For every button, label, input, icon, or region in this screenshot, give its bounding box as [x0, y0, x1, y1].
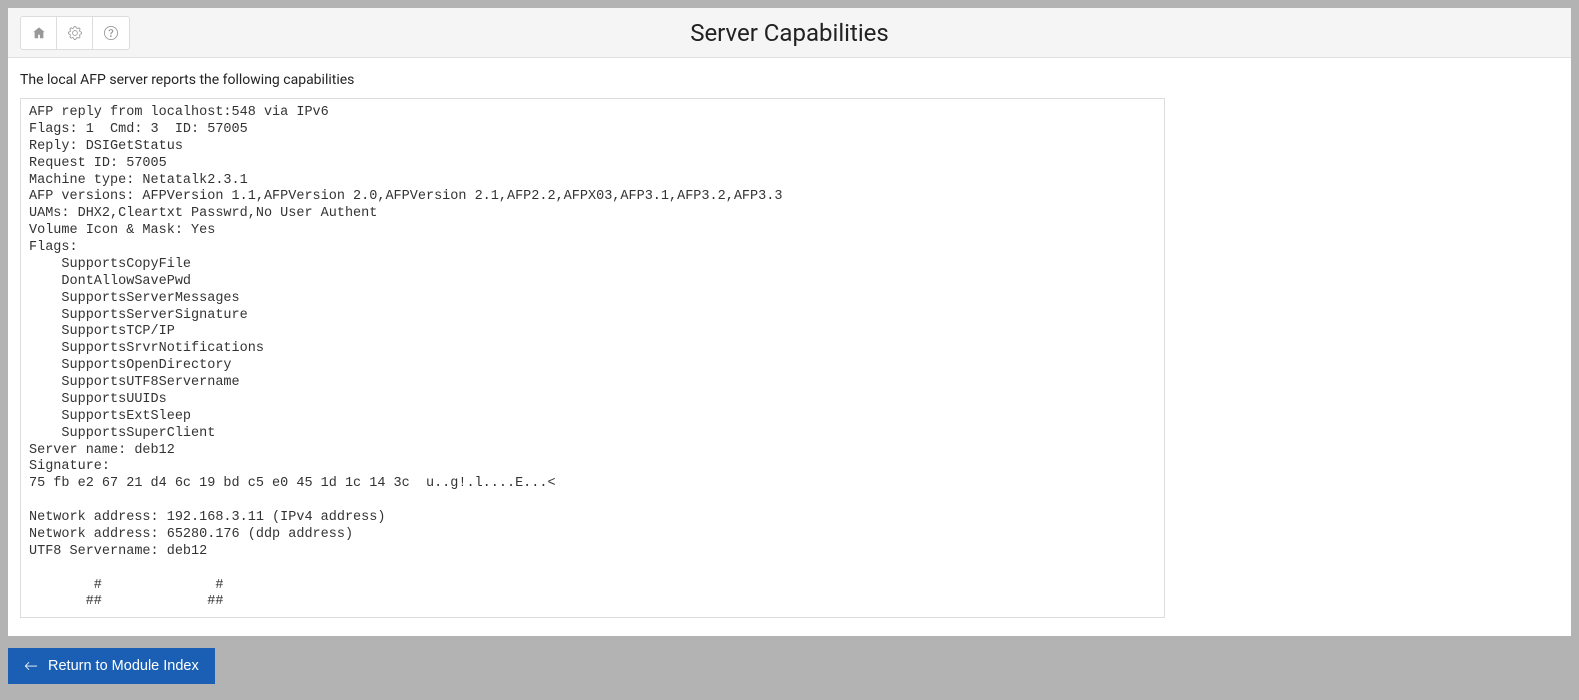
header-bar: Server Capabilities	[8, 8, 1571, 58]
intro-text: The local AFP server reports the followi…	[20, 72, 1559, 88]
return-to-module-index-button[interactable]: Return to Module Index	[8, 648, 215, 684]
page-container: Server Capabilities The local AFP server…	[8, 8, 1571, 636]
home-icon	[32, 26, 46, 40]
capabilities-output: AFP reply from localhost:548 via IPv6 Fl…	[20, 98, 1165, 618]
footer-bar: Return to Module Index	[8, 636, 1571, 692]
help-button[interactable]	[93, 17, 129, 49]
page-title: Server Capabilities	[690, 19, 889, 47]
settings-button[interactable]	[57, 17, 93, 49]
return-button-label: Return to Module Index	[48, 658, 199, 674]
icon-button-group	[20, 16, 130, 50]
help-icon	[104, 26, 118, 40]
home-button[interactable]	[21, 17, 57, 49]
content-area: The local AFP server reports the followi…	[8, 58, 1571, 636]
gear-icon	[68, 26, 82, 40]
arrow-left-icon	[24, 659, 38, 673]
